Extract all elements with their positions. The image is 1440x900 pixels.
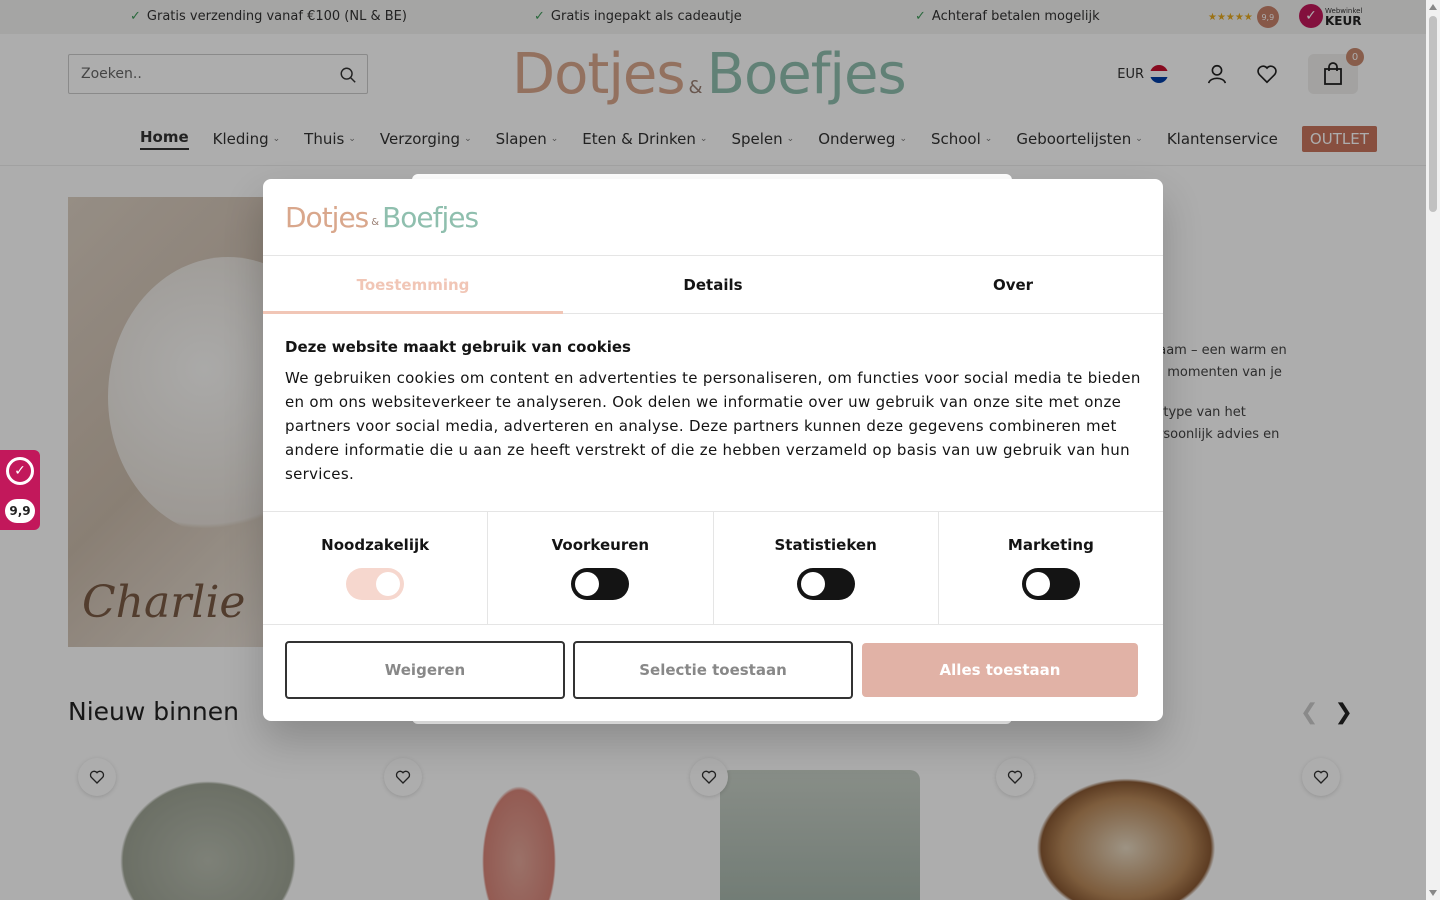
side-rating-badge[interactable]: ✓ 9,9 xyxy=(0,450,40,530)
toggle-noodzakelijk: Noodzakelijk xyxy=(263,512,489,624)
toggle-switch-noodzakelijk[interactable] xyxy=(346,568,405,600)
tab-toestemming[interactable]: Toestemming xyxy=(263,256,563,314)
toggle-label: Noodzakelijk xyxy=(321,536,430,554)
consent-toggles: Noodzakelijk Voorkeuren Statistieken Mar… xyxy=(263,511,1163,625)
scroll-down-arrow-icon[interactable] xyxy=(1429,890,1437,896)
side-rating-score: 9,9 xyxy=(5,499,35,523)
logo-word-boefjes: Boefjes xyxy=(382,201,479,234)
dialog-body: Deze website maakt gebruik van cookies W… xyxy=(263,314,1163,511)
dialog-tabs: Toestemming Details Over xyxy=(263,256,1163,314)
toggle-label: Marketing xyxy=(1007,536,1094,554)
dialog-heading: Deze website maakt gebruik van cookies xyxy=(285,338,631,356)
keur-icon: ✓ xyxy=(6,457,34,485)
dialog-header: Dotjes & Boefjes xyxy=(263,179,1163,256)
logo-word-dotjes: Dotjes xyxy=(285,201,369,234)
toggle-statistieken: Statistieken xyxy=(714,512,939,624)
toggle-switch-marketing[interactable] xyxy=(1021,568,1080,600)
toggle-label: Statistieken xyxy=(774,536,877,554)
tab-details[interactable]: Details xyxy=(563,256,863,313)
dialog-logo: Dotjes & Boefjes xyxy=(285,201,1141,234)
allow-all-button[interactable]: Alles toestaan xyxy=(862,643,1138,697)
toggle-label: Voorkeuren xyxy=(551,536,650,554)
toggle-marketing: Marketing xyxy=(939,512,1163,624)
reject-button[interactable]: Weigeren xyxy=(285,641,565,699)
allow-selection-button[interactable]: Selectie toestaan xyxy=(573,641,853,699)
dialog-buttons: Weigeren Selectie toestaan Alles toestaa… xyxy=(263,625,1163,699)
dialog-description: We gebruiken cookies om content en adver… xyxy=(285,369,1141,483)
toggle-switch-voorkeuren[interactable] xyxy=(571,568,630,600)
logo-ampersand: & xyxy=(371,217,380,228)
cookie-consent-dialog: Dotjes & Boefjes Toestemming Details Ove… xyxy=(263,179,1163,721)
tab-over[interactable]: Over xyxy=(863,256,1163,313)
page-scrollbar[interactable] xyxy=(1426,0,1440,900)
scrollbar-thumb[interactable] xyxy=(1429,16,1437,212)
toggle-voorkeuren: Voorkeuren xyxy=(488,512,714,624)
scroll-up-arrow-icon[interactable] xyxy=(1429,4,1437,10)
toggle-switch-statistieken[interactable] xyxy=(796,568,855,600)
